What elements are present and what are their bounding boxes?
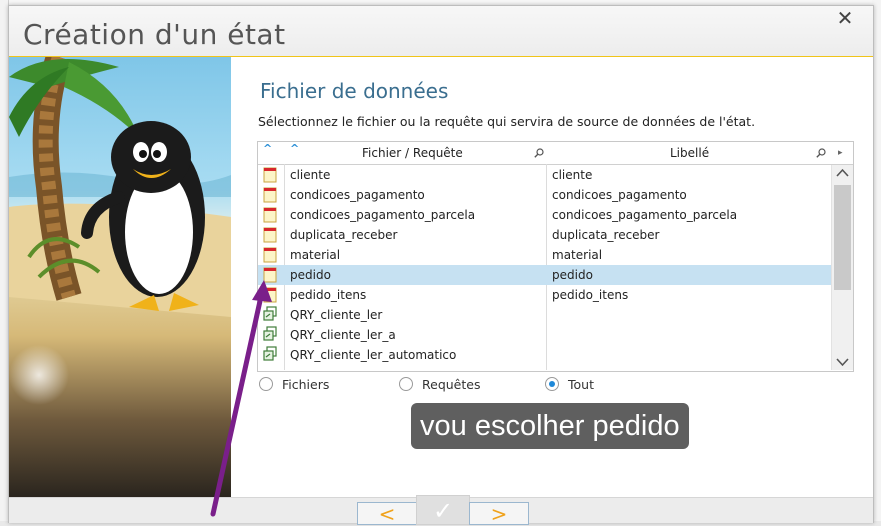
table-row[interactable]: cliente cliente: [258, 165, 831, 185]
radio-label: Tout: [568, 376, 594, 392]
cell-file-name: QRY_cliente_ler_a: [290, 328, 396, 342]
radio-files[interactable]: Fichiers: [259, 374, 329, 394]
dialog-titlebar: Création d'un état ✕: [9, 6, 873, 57]
data-file-icon: [258, 165, 284, 185]
column-more-icon[interactable]: ▸: [838, 147, 843, 159]
radio-button[interactable]: [259, 377, 273, 391]
cell-label: pedido: [552, 268, 593, 282]
cell-file-name: material: [290, 248, 341, 262]
instruction-text: Sélectionnez le fichier ou la requête qu…: [258, 114, 756, 129]
cell-file-name: cliente: [290, 168, 331, 182]
table-row[interactable]: condicoes_pagamento_parcela condicoes_pag…: [258, 205, 831, 225]
column-header-file[interactable]: Fichier / Requête: [362, 142, 463, 164]
section-heading: Fichier de données: [260, 79, 449, 103]
cell-file-name: condicoes_pagamento: [290, 188, 425, 202]
next-button[interactable]: >: [469, 502, 529, 525]
wizard-footer: < ✓ >: [9, 495, 873, 525]
table-row[interactable]: duplicata_receber duplicata_receber: [258, 225, 831, 245]
data-file-icon: [258, 245, 284, 265]
cell-file-name: pedido_itens: [290, 288, 367, 302]
table-row[interactable]: QRY_cliente_ler_a: [258, 325, 831, 345]
sort-caret-icon[interactable]: ^: [263, 143, 272, 155]
table-row[interactable]: pedido pedido: [258, 265, 831, 285]
column-header-label[interactable]: Libellé: [670, 142, 709, 164]
table-row[interactable]: condicoes_pagamento condicoes_pagamento: [258, 185, 831, 205]
source-type-filter: Fichiers Requêtes Tout: [259, 374, 759, 394]
scroll-up-icon[interactable]: [832, 165, 853, 181]
query-icon: [258, 325, 284, 345]
search-icon[interactable]: [534, 148, 544, 158]
data-file-icon: [258, 265, 284, 285]
cell-label: cliente: [552, 168, 593, 182]
data-file-icon: [258, 225, 284, 245]
report-creation-dialog: Création d'un état ✕ Fichier de données …: [8, 5, 874, 525]
scrollbar-thumb[interactable]: [834, 185, 851, 290]
wizard-content: Fichier de données Sélectionnez le fichi…: [231, 57, 873, 522]
dialog-title: Création d'un état: [23, 18, 286, 51]
radio-label: Requêtes: [422, 376, 481, 392]
cell-label: pedido_itens: [552, 288, 629, 302]
search-icon[interactable]: [816, 148, 826, 158]
radio-label: Fichiers: [282, 376, 330, 392]
cell-label: condicoes_pagamento_parcela: [552, 208, 738, 222]
cell-label: material: [552, 248, 603, 262]
scroll-down-icon[interactable]: [832, 354, 853, 370]
cell-file-name: pedido: [290, 268, 331, 282]
query-icon: [258, 305, 284, 325]
data-file-icon: [258, 185, 284, 205]
wizard-illustration: [9, 57, 231, 522]
cell-file-name: QRY_cliente_ler_automatico: [290, 348, 457, 362]
cell-file-name: QRY_cliente_ler: [290, 308, 383, 322]
table-body: cliente cliente condicoes_pagamento condico…: [258, 165, 831, 370]
radio-queries[interactable]: Requêtes: [399, 374, 480, 394]
close-button[interactable]: ✕: [831, 6, 859, 30]
radio-all[interactable]: Tout: [545, 374, 594, 394]
data-source-table: ^ ^ Fichier / Requête Libellé ▸ cliente c…: [257, 141, 854, 372]
data-file-icon: [258, 285, 284, 305]
table-row[interactable]: QRY_cliente_ler: [258, 305, 831, 325]
radio-button[interactable]: [545, 377, 559, 391]
cell-label: condicoes_pagamento: [552, 188, 687, 202]
video-caption-overlay: vou escolher pedido: [411, 403, 689, 449]
penguin-beach-illustration: [9, 57, 231, 405]
cell-file-name: condicoes_pagamento_parcela: [290, 208, 476, 222]
table-row[interactable]: QRY_cliente_ler_automatico: [258, 345, 831, 365]
vertical-scrollbar[interactable]: [831, 165, 853, 370]
data-file-icon: [258, 205, 284, 225]
query-icon: [258, 345, 284, 365]
sort-caret-icon[interactable]: ^: [290, 143, 299, 155]
radio-button[interactable]: [399, 377, 413, 391]
table-row[interactable]: pedido_itens pedido_itens: [258, 285, 831, 305]
table-row[interactable]: material material: [258, 245, 831, 265]
cell-file-name: duplicata_receber: [290, 228, 398, 242]
table-header: ^ ^ Fichier / Requête Libellé ▸: [258, 142, 853, 165]
cell-label: duplicata_receber: [552, 228, 660, 242]
previous-button[interactable]: <: [357, 502, 417, 525]
